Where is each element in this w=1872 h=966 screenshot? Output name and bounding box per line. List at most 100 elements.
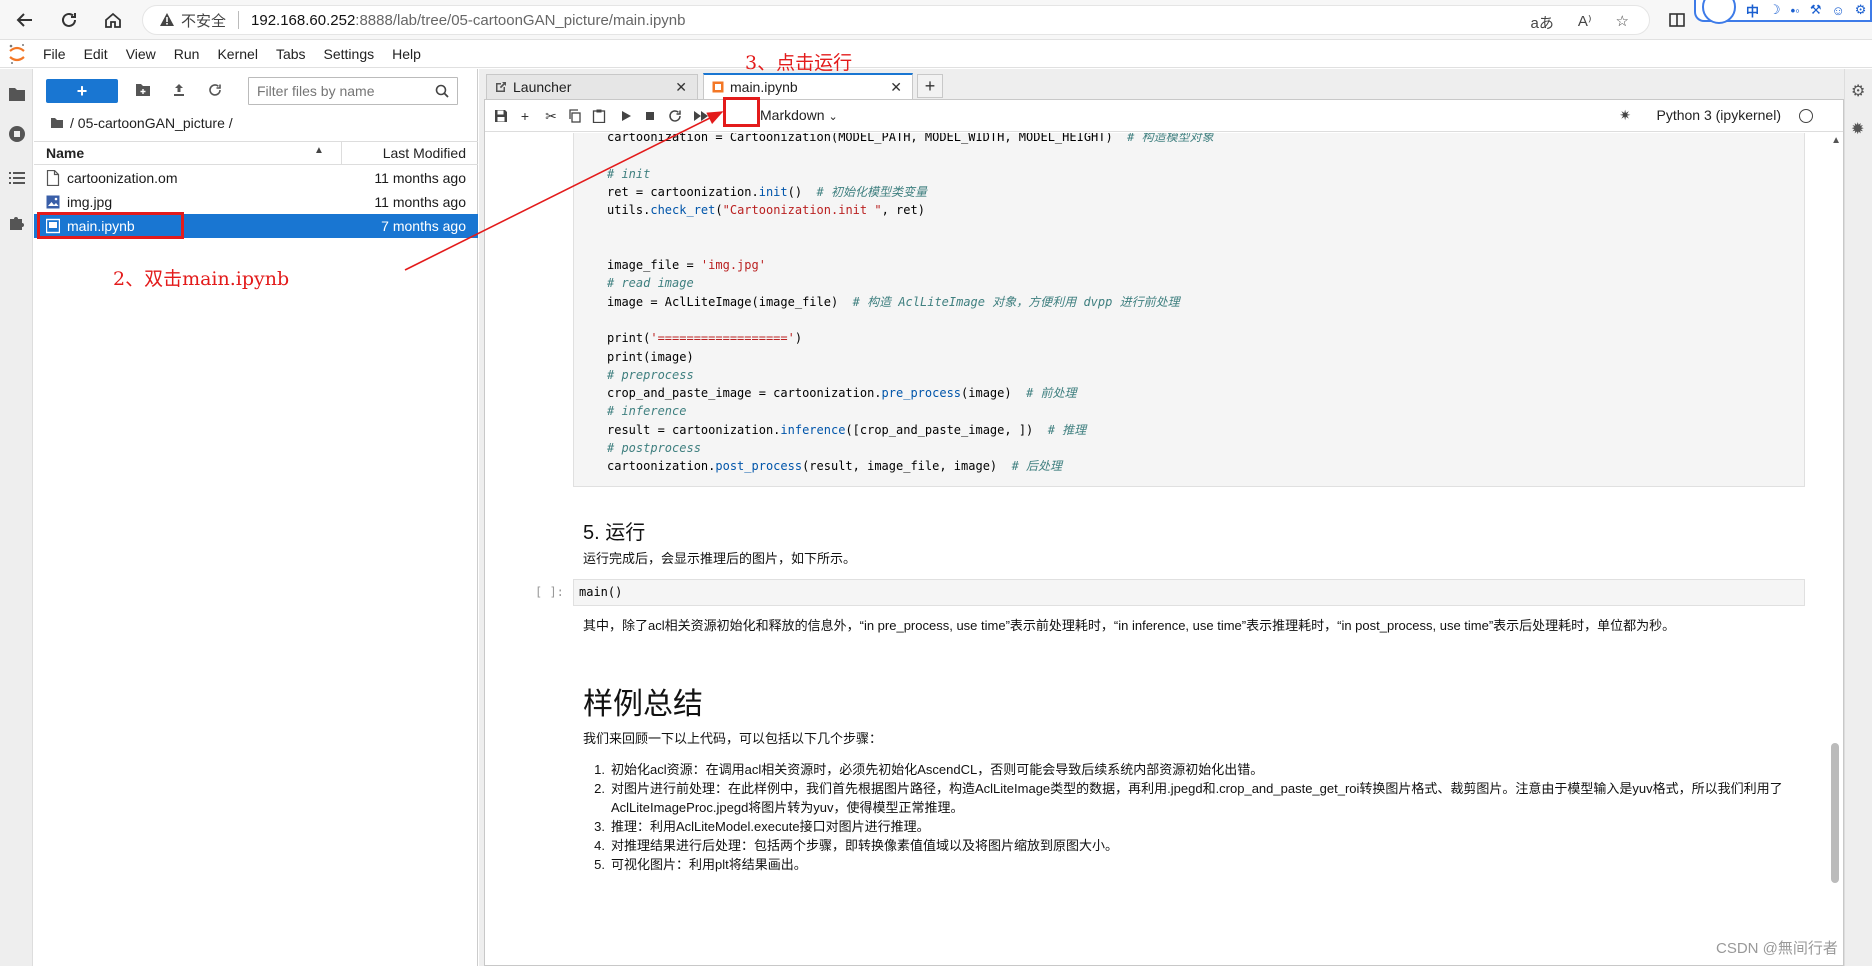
ime-toolbar[interactable]: 中 ☽ •◦ ⚒ ☺ ⚙: [1694, 0, 1872, 24]
code-token: inference: [780, 422, 846, 437]
new-folder-icon[interactable]: [134, 81, 152, 99]
favorite-star-icon[interactable]: ☆: [1616, 12, 1629, 33]
home-folder-icon[interactable]: [50, 117, 64, 129]
close-icon[interactable]: ✕: [675, 79, 687, 96]
ime-moon-icon[interactable]: ☽: [1769, 2, 1781, 18]
breadcrumb-path[interactable]: / 05-cartoonGAN_picture /: [70, 115, 233, 131]
code-line: utils.check_ret("Cartoonization.init ", …: [574, 201, 1804, 219]
code-token: (image): [961, 386, 1027, 401]
menu-file[interactable]: File: [34, 46, 75, 62]
scrollbar-thumb[interactable]: [1831, 743, 1839, 883]
ime-settings-icon[interactable]: ⚙: [1855, 2, 1867, 18]
copy-icon[interactable]: [565, 106, 585, 126]
code-token: pre_process: [881, 386, 962, 401]
run-cell-icon[interactable]: [616, 106, 636, 126]
translate-icon[interactable]: aあ: [1531, 12, 1554, 33]
kernel-name[interactable]: Python 3 (ipykernel): [1656, 107, 1781, 123]
close-icon[interactable]: ✕: [890, 79, 902, 96]
ime-mode[interactable]: 中: [1746, 1, 1759, 20]
file-modified: 7 months ago: [381, 218, 466, 234]
ime-punct-icon[interactable]: •◦: [1791, 3, 1800, 18]
code-token: crop_and_paste_image = cartoonization.: [607, 386, 882, 401]
extensions-icon[interactable]: [6, 211, 28, 233]
notebook-content[interactable]: cartoonization = Cartoonization(MODEL_PA…: [485, 133, 1843, 965]
code-line: # read image: [574, 274, 1804, 292]
new-tab-button[interactable]: +: [917, 74, 943, 98]
split-screen-icon[interactable]: [1664, 7, 1690, 33]
refresh-icon[interactable]: [206, 81, 224, 99]
code-cell[interactable]: cartoonization = Cartoonization(MODEL_PA…: [573, 133, 1805, 487]
code-line: print(image): [574, 348, 1804, 366]
tab-label: Launcher: [513, 79, 572, 95]
scroll-up-icon[interactable]: ▲: [1831, 135, 1841, 146]
summary-heading: 样例总结: [583, 688, 703, 721]
code-token: cartoonization = Cartoonization(MODEL_PA…: [607, 133, 1128, 144]
address-bar[interactable]: 不安全 192.168.60.252:8888/lab/tree/05-cart…: [142, 5, 1650, 35]
cut-icon[interactable]: ✂: [541, 106, 561, 126]
sort-caret-icon[interactable]: ▲: [314, 145, 324, 156]
back-icon[interactable]: [12, 7, 38, 33]
reload-icon[interactable]: [56, 7, 82, 33]
paste-icon[interactable]: [589, 106, 609, 126]
browser-toolbar: 不安全 192.168.60.252:8888/lab/tree/05-cart…: [0, 0, 1872, 40]
cell-type-select[interactable]: Markdown ⌄: [760, 107, 838, 123]
restart-run-all-icon[interactable]: [691, 106, 711, 126]
launcher-icon: [496, 82, 506, 92]
menu-bar: File Edit View Run Kernel Tabs Settings …: [0, 40, 1872, 68]
running-sessions-icon[interactable]: [6, 123, 28, 145]
property-inspector-icon[interactable]: ⚙: [1851, 81, 1865, 101]
debugger-icon[interactable]: ✹: [1851, 119, 1864, 139]
upload-icon[interactable]: [170, 81, 188, 99]
file-filter-field[interactable]: [248, 77, 458, 105]
menu-kernel[interactable]: Kernel: [208, 46, 266, 62]
run-description: 运行完成后，会显示推理后的图片，如下所示。: [583, 551, 857, 566]
code-comment: # 构造模型对象: [1127, 133, 1214, 144]
table-of-contents-icon[interactable]: [6, 167, 28, 189]
file-row-cartoonization-om[interactable]: cartoonization.om 11 months ago: [34, 166, 478, 190]
code-token: (): [787, 184, 817, 199]
menu-view[interactable]: View: [117, 46, 165, 62]
tab-main-ipynb[interactable]: main.ipynb ✕: [703, 73, 913, 99]
column-divider[interactable]: [341, 142, 342, 164]
menu-settings[interactable]: Settings: [315, 46, 384, 62]
list-item-number: 4.: [594, 838, 605, 853]
menu-edit[interactable]: Edit: [75, 46, 117, 62]
restart-kernel-icon[interactable]: [665, 106, 685, 126]
menu-tabs[interactable]: Tabs: [267, 46, 315, 62]
code-token: ): [794, 331, 803, 346]
annotation-step3: 3、点击运行: [745, 52, 853, 74]
new-launcher-button[interactable]: +: [46, 79, 118, 103]
interrupt-kernel-icon[interactable]: [640, 106, 660, 126]
right-activity-bar: ⚙ ✹: [1844, 69, 1872, 966]
menu-run[interactable]: Run: [165, 46, 209, 62]
menu-help[interactable]: Help: [383, 46, 430, 62]
save-icon[interactable]: [491, 106, 511, 126]
home-icon[interactable]: [100, 7, 126, 33]
folder-icon[interactable]: [6, 83, 28, 105]
insert-cell-icon[interactable]: +: [515, 106, 535, 126]
ime-tool-icon[interactable]: ⚒: [1810, 2, 1822, 18]
file-modified: 11 months ago: [374, 194, 466, 210]
tab-launcher[interactable]: Launcher ✕: [486, 74, 698, 99]
breadcrumb[interactable]: / 05-cartoonGAN_picture /: [50, 113, 233, 133]
file-browser: + / 05-cartoonGAN_picture / Name ▲ Last …: [34, 69, 478, 966]
column-name-header[interactable]: Name: [46, 145, 84, 161]
notebook-toolbar: + ✂ Markdown ⌄ ✷ Python 3 (ipykernel): [485, 100, 1843, 132]
file-filter-input[interactable]: [257, 83, 427, 99]
main-call-cell[interactable]: main(): [573, 579, 1805, 606]
code-token: result = cartoonization.: [607, 422, 781, 437]
jupyter-logo-icon: [0, 40, 34, 68]
ime-emoji-icon[interactable]: ☺: [1832, 3, 1845, 18]
file-row-img-jpg[interactable]: img.jpg 11 months ago: [34, 190, 478, 214]
insecure-label: 不安全: [181, 12, 227, 30]
list-item: 1. 初始化acl资源：在调用acl相关资源时，必须先初始化AscendCL，否则…: [583, 760, 1783, 779]
read-aloud-icon[interactable]: A⁾: [1578, 12, 1592, 33]
column-modified-header[interactable]: Last Modified: [383, 145, 466, 161]
code-line: # init: [574, 165, 1804, 183]
code-token: cartoonization.: [607, 459, 716, 474]
bug-icon[interactable]: ✷: [1619, 107, 1631, 124]
list-item-text: 推理：利用AclLiteModel.execute接口对图片进行推理。: [611, 819, 930, 834]
list-item-number: 1.: [594, 762, 605, 777]
